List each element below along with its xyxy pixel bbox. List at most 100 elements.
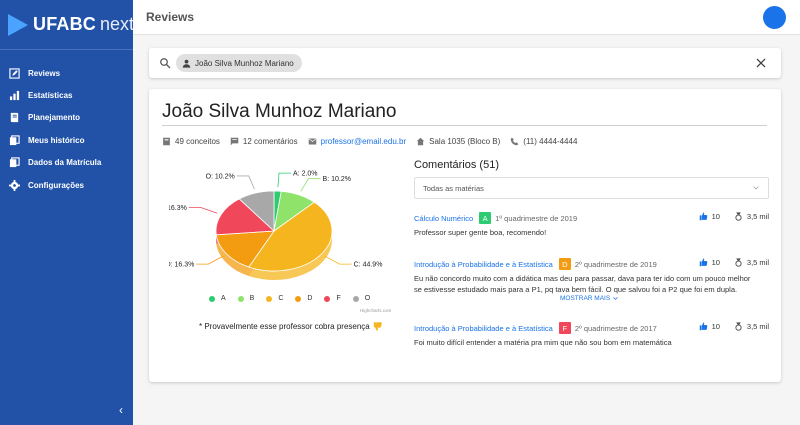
- email-info[interactable]: professor@email.edu.br: [308, 137, 407, 146]
- legend-label: O: [364, 295, 371, 302]
- rating-text: 3,5 mil: [746, 258, 769, 267]
- phone-icon: [511, 137, 519, 146]
- sidebar-item-label: Planejamento: [28, 113, 81, 123]
- bar-chart-icon: [9, 90, 20, 101]
- like-button[interactable]: 10: [699, 258, 720, 267]
- logo-mark-icon: [8, 13, 28, 36]
- comment-text: Professor super gente boa, recomendo!: [414, 228, 547, 237]
- recommendation-count: 3,5 mil: [734, 322, 769, 331]
- legend-label: D: [307, 295, 313, 302]
- legend-item-A[interactable]: A: [209, 295, 226, 302]
- comment-item: Introdução à Probabilidade e à Estatísti…: [414, 257, 769, 321]
- pie-label-connector-D: [196, 255, 224, 265]
- recommendation-count: 3,5 mil: [734, 212, 769, 221]
- professor-card: João Silva Munhoz Mariano 49 conceitos 1…: [149, 89, 781, 382]
- recommendation-count: 3,5 mil: [734, 258, 769, 267]
- pie-label-connector-O: [236, 175, 255, 190]
- pie-label-connector-B: [300, 178, 321, 192]
- document-icon: [9, 157, 20, 168]
- comment-text: Eu não concordo muito com a didática mas…: [414, 274, 751, 294]
- email-link[interactable]: professor@email.edu.br: [321, 137, 407, 146]
- sidebar-item-configuracoes[interactable]: Configurações: [0, 174, 133, 196]
- legend-item-B[interactable]: B: [237, 295, 255, 302]
- logo[interactable]: UFABC next: [0, 0, 135, 50]
- grade-badge: F: [558, 322, 571, 334]
- comment-semester: 1º quadrimestre de 2019: [495, 213, 578, 223]
- close-icon[interactable]: [755, 57, 767, 69]
- comment-meta: 10 3,5 mil: [699, 212, 769, 221]
- sidebar-item-label: Reviews: [28, 68, 61, 78]
- comment-meta: 10 3,5 mil: [699, 258, 769, 267]
- legend-item-C[interactable]: C: [266, 295, 283, 302]
- legend-label: A: [221, 295, 226, 302]
- chart-credits[interactable]: Highcharts.com: [360, 308, 391, 313]
- rating-text: 3,5 mil: [746, 322, 769, 331]
- thumbs-up-icon: [699, 212, 707, 221]
- legend-dot-icon: [295, 295, 302, 302]
- sidebar-item-historico[interactable]: Meus histórico: [0, 129, 133, 151]
- search-chip-label: João Silva Munhoz Mariano: [195, 58, 294, 68]
- legend-item-D[interactable]: D: [295, 295, 312, 302]
- comment-item: Introdução à Probabilidade e à Estatísti…: [414, 321, 769, 351]
- comment-subject-link[interactable]: Cálculo Numérico: [414, 214, 473, 223]
- pie-label-connector-F: [188, 207, 218, 214]
- medal-icon: [735, 258, 742, 267]
- pie-data-label-A: A: 2.0%: [293, 171, 318, 178]
- topbar: Reviews: [133, 0, 800, 35]
- gear-icon: [9, 179, 20, 191]
- comment-semester: 2º quadrimestre de 2017: [574, 323, 657, 333]
- thumbs-up-icon: [699, 258, 707, 267]
- thumbs-up-icon: [699, 322, 707, 331]
- comment-subject-link[interactable]: Introdução à Probabilidade e à Estatísti…: [414, 260, 553, 269]
- book-icon: [163, 137, 170, 146]
- sidebar-item-dados-matricula[interactable]: Dados da Matrícula: [0, 152, 133, 174]
- comments-panel: Comentários (51) Todas as matérias Cálcu…: [414, 159, 769, 351]
- legend-dot-icon: [324, 295, 331, 302]
- medal-icon: [735, 212, 742, 221]
- legend-dot-icon: [266, 295, 273, 302]
- show-more-button[interactable]: MOSTRAR MAIS: [560, 295, 769, 302]
- pie-data-label-O: O: 10.2%: [206, 173, 235, 180]
- person-icon: [182, 59, 191, 68]
- attendance-footnote: * Provavelmente esse professor cobra pre…: [199, 321, 383, 331]
- like-button[interactable]: 10: [699, 212, 720, 221]
- legend-dot-icon: [352, 295, 359, 302]
- legend-dot-icon: [237, 295, 244, 302]
- legend-label: C: [278, 295, 284, 302]
- sidebar-item-label: Meus histórico: [28, 135, 85, 145]
- legend-item-O[interactable]: O: [352, 295, 371, 302]
- footnote-text: * Provavelmente esse professor cobra pre…: [199, 321, 370, 331]
- legend-item-F[interactable]: F: [324, 295, 341, 302]
- comment-meta: 10 3,5 mil: [699, 322, 769, 331]
- pie-data-label-B: B: 10.2%: [323, 176, 351, 183]
- show-more-label: MOSTRAR MAIS: [560, 295, 611, 302]
- avatar[interactable]: [763, 6, 786, 29]
- comment-subject-link[interactable]: Introdução à Probabilidade e à Estatísti…: [414, 324, 553, 333]
- logo-text-light: next: [100, 14, 135, 34]
- sidebar-item-label: Dados da Matrícula: [28, 158, 102, 168]
- search-bar[interactable]: João Silva Munhoz Mariano: [149, 48, 781, 78]
- legend-label: B: [249, 295, 255, 302]
- sidebar-item-reviews[interactable]: Reviews: [0, 62, 133, 84]
- legend-dot-icon: [209, 295, 215, 302]
- pie-label-connector-A: [277, 172, 292, 188]
- comment-semester: 2º quadrimestre de 2019: [574, 259, 657, 269]
- subject-filter-value: Todas as matérias: [423, 183, 484, 193]
- chart-legend: ABCDFO: [209, 295, 382, 302]
- collapse-sidebar-button[interactable]: ‹: [119, 403, 123, 417]
- search-chip[interactable]: João Silva Munhoz Mariano: [176, 54, 302, 72]
- comment-item: Cálculo Numérico A 1º quadrimestre de 20…: [414, 211, 769, 249]
- comment-text: Foi muito difícil entender a matéria pra…: [414, 338, 672, 347]
- comments-count: 12 comentários: [242, 137, 298, 146]
- phone-info: (11) 4444-4444: [510, 137, 577, 146]
- sidebar-nav: Reviews Estatísticas Planejamento Meus h…: [0, 50, 133, 196]
- rating-text: 3,5 mil: [746, 212, 769, 221]
- divider: [162, 125, 767, 126]
- room-info: Sala 1035 (Bloco B): [416, 137, 500, 146]
- like-button[interactable]: 10: [699, 322, 720, 331]
- concepts-info: 49 conceitos: [162, 137, 220, 146]
- like-count: 10: [711, 322, 720, 331]
- subject-filter-select[interactable]: Todas as matérias: [414, 177, 769, 199]
- sidebar-item-estatisticas[interactable]: Estatísticas: [0, 84, 133, 106]
- sidebar-item-planejamento[interactable]: Planejamento: [0, 107, 133, 129]
